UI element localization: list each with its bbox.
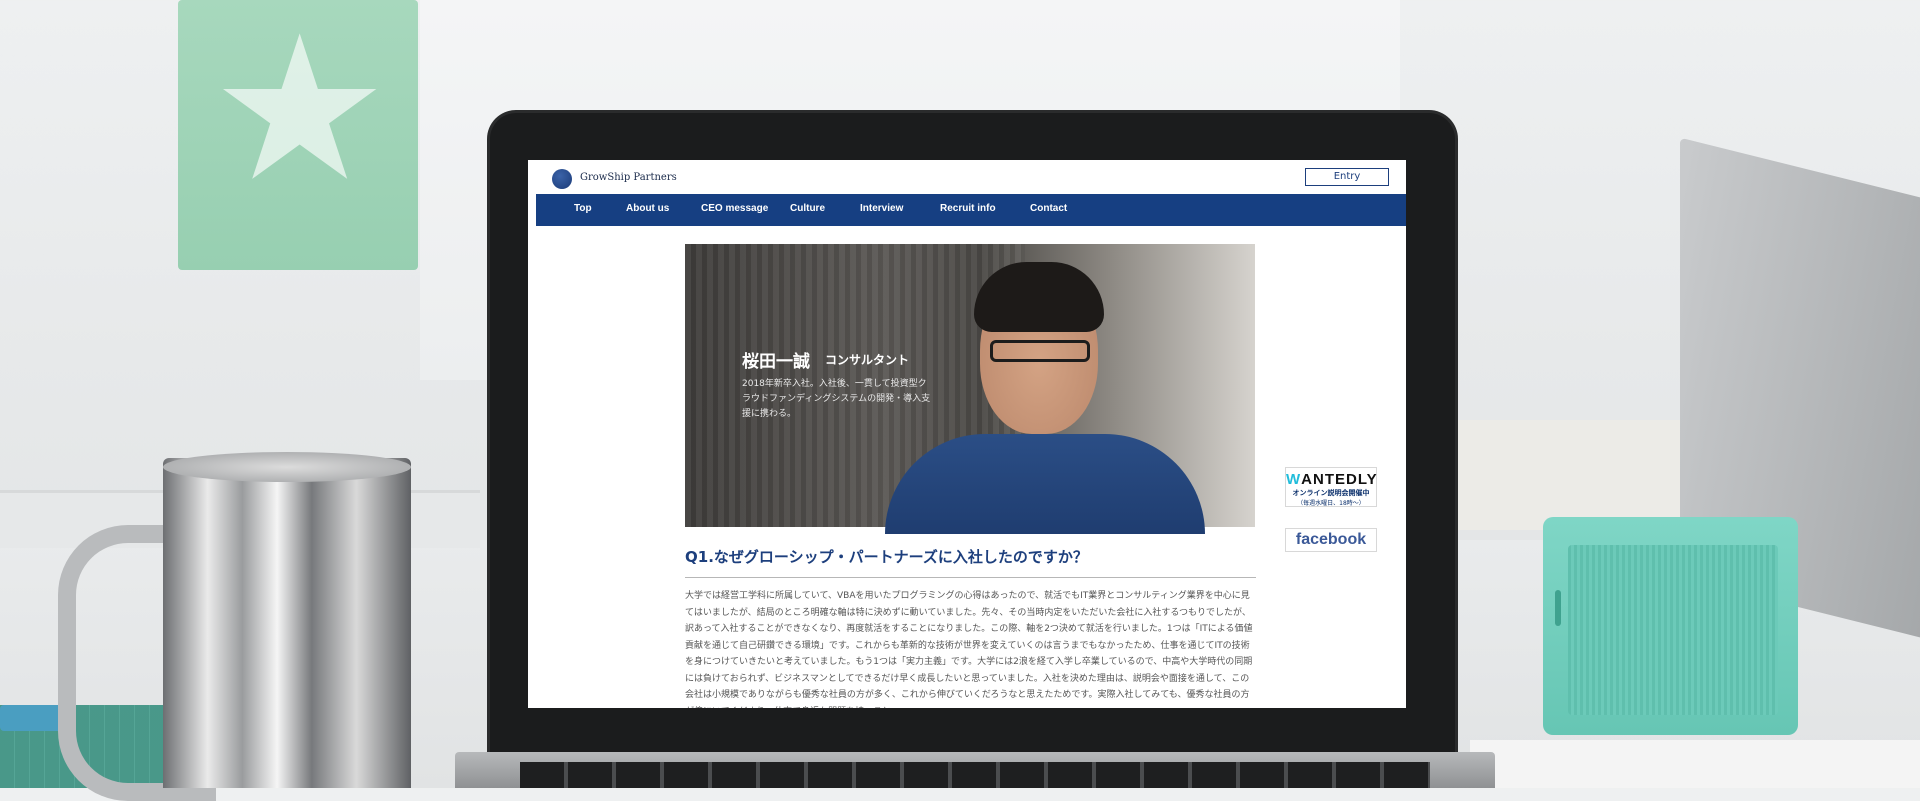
background-star-icon: ★ xyxy=(210,0,390,226)
main-nav: Top About us CEO message Culture Intervi… xyxy=(536,194,1406,226)
nav-ceo-message[interactable]: CEO message xyxy=(701,203,768,214)
person-hair xyxy=(974,262,1104,332)
mug xyxy=(163,458,411,788)
paper-sheet xyxy=(1470,740,1920,788)
facebook-banner[interactable]: facebook xyxy=(1285,528,1377,552)
mug-rim xyxy=(163,452,411,482)
speaker-led xyxy=(1555,590,1561,626)
nav-interview[interactable]: Interview xyxy=(860,203,903,214)
answer-text: 大学では経営工学科に所属していて、VBAを用いたプログラミングの心得はあったので… xyxy=(685,591,1253,708)
wantedly-logo: WANTEDLY xyxy=(1286,471,1378,488)
employee-description: 2018年新卒入社。入社後、一貫して投資型クラウドファンディングシステムの開発・… xyxy=(742,379,931,419)
logo-globe-icon[interactable] xyxy=(552,169,572,189)
speaker-grill xyxy=(1568,545,1778,715)
nav-about-us[interactable]: About us xyxy=(626,203,669,214)
nav-contact[interactable]: Contact xyxy=(1030,203,1067,214)
site-brand[interactable]: GrowShip Partners xyxy=(580,172,677,183)
keyboard xyxy=(520,762,1430,788)
person-shirt xyxy=(885,434,1205,534)
divider xyxy=(685,577,1256,578)
nav-top[interactable]: Top xyxy=(574,203,592,214)
entry-button[interactable]: Entry xyxy=(1305,168,1389,186)
wantedly-banner[interactable]: WANTEDLY オンライン説明会開催中 （毎週水曜日、18時〜） xyxy=(1285,467,1377,507)
wantedly-schedule: （毎週水曜日、18時〜） xyxy=(1297,500,1365,507)
laptop-screen: GrowShip Partners Entry Top About us CEO… xyxy=(528,160,1406,708)
wantedly-event: オンライン説明会開催中 xyxy=(1292,489,1370,497)
wantedly-logo-w: W xyxy=(1286,471,1302,488)
question-title: Q1.なぜグローシップ・パートナーズに入社したのですか？ xyxy=(685,548,1088,566)
employee-name: 桜田一誠 xyxy=(742,352,810,372)
hero-image: 桜田一誠 コンサルタント 2018年新卒入社。入社後、一貫して投資型クラウドファ… xyxy=(685,244,1255,534)
nav-culture[interactable]: Culture xyxy=(790,203,825,214)
employee-role: コンサルタント xyxy=(825,353,910,367)
wantedly-logo-rest: ANTEDLY xyxy=(1301,471,1378,488)
glasses xyxy=(990,340,1090,362)
nav-recruit-info[interactable]: Recruit info xyxy=(940,203,996,214)
site-header: GrowShip Partners Entry xyxy=(528,160,1406,194)
